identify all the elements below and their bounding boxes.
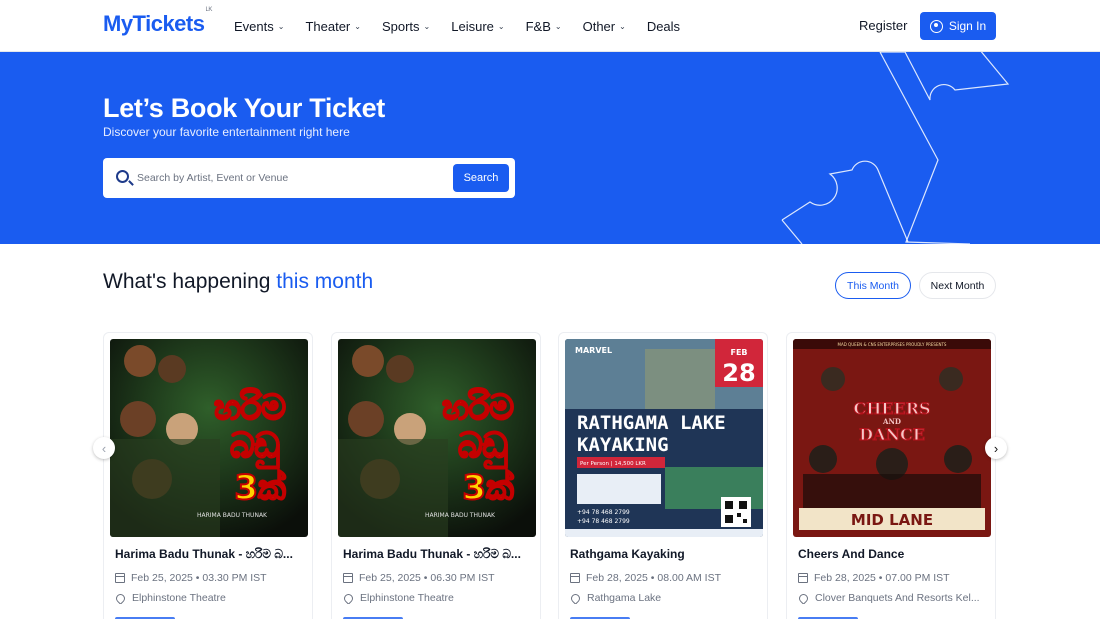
chevron-down-icon: ⌄ (354, 21, 361, 31)
nav-item-leisure[interactable]: Leisure ⌄ (451, 19, 504, 34)
chevron-down-icon: ⌄ (619, 21, 626, 31)
hero-title: Let’s Book Your Ticket (103, 93, 385, 123)
nav-item-theater[interactable]: Theater ⌄ (305, 19, 361, 34)
chevron-down-icon: ⌄ (554, 21, 562, 31)
poster-title: KAYAKING (577, 434, 669, 456)
carousel-prev-button[interactable]: ‹ (93, 437, 115, 459)
event-venue: Rathgama Lake (570, 592, 762, 604)
poster-title: CHEERS (853, 399, 930, 418)
nav-item-fb[interactable]: F&B ⌄ (526, 19, 562, 34)
ticket-decoration-icon (781, 52, 1010, 244)
poster-venue: MID LANE (851, 511, 933, 529)
sign-in-button[interactable]: Sign In (920, 12, 996, 40)
event-poster[interactable]: FEB 28 MARVEL RATHGAMA LAKE KAYAKING Per… (565, 339, 763, 537)
event-date: Feb 25, 2025 • 06.30 PM IST (343, 572, 535, 584)
event-card[interactable]: හරිම බඩු 3ක් HARIMA BADU THUNAK Harima B… (103, 332, 313, 619)
nav-item-label: Other (582, 18, 616, 34)
nav-menu: Events ⌄ Theater ⌄ Sports ⌄ Leisure ⌄ F&B ⌄ Other ⌄… (234, 0, 701, 52)
this-month-tab[interactable]: This Month (835, 272, 911, 299)
calendar-icon (115, 573, 125, 583)
event-title[interactable]: Cheers And Dance (798, 547, 988, 561)
calendar-icon (570, 573, 580, 583)
location-pin-icon (343, 592, 355, 604)
poster-title: RATHGAMA LAKE (577, 412, 726, 434)
event-title[interactable]: Harima Badu Thunak - හරිම බ... (115, 547, 305, 562)
chevron-down-icon: ⌄ (497, 21, 505, 31)
event-title[interactable]: Rathgama Kayaking (570, 547, 760, 561)
search-icon (116, 170, 129, 183)
search-button[interactable]: Search (453, 164, 509, 192)
poster-text: 3ක් (462, 468, 514, 508)
search-input[interactable] (137, 169, 437, 187)
next-month-tab[interactable]: Next Month (919, 272, 996, 299)
nav-item-label: Theater (305, 18, 351, 34)
event-venue: Elphinstone Theatre (115, 592, 307, 604)
poster-caption: HARIMA BADU THUNAK (197, 512, 268, 519)
location-pin-icon (798, 592, 810, 604)
poster-price: Per Person | 14,500 LKR (580, 461, 646, 467)
poster-header: MAD QUEEN & CNS ENTERPRISES PROUDLY PRES… (838, 342, 947, 347)
poster-day: 28 (722, 359, 755, 387)
poster-phone: +94 78 468 2799 (577, 509, 630, 516)
poster-month: FEB (730, 348, 747, 357)
carousel-next-button[interactable]: › (985, 437, 1007, 459)
poster-title: DANCE (859, 425, 925, 444)
poster-text: බඩු (230, 426, 280, 468)
event-date: Feb 28, 2025 • 07.00 PM IST (798, 572, 990, 584)
calendar-icon (343, 573, 353, 583)
chevron-right-icon: › (993, 440, 999, 456)
poster-text: බඩු (458, 426, 508, 468)
chevron-down-icon: ⌄ (423, 21, 431, 31)
nav-item-label: F&B (525, 18, 551, 34)
nav-item-label: Leisure (451, 18, 494, 34)
event-date: Feb 25, 2025 • 03.30 PM IST (115, 572, 307, 584)
event-date: Feb 28, 2025 • 08.00 AM IST (570, 572, 762, 584)
location-pin-icon (115, 592, 127, 604)
search-box: Search (103, 158, 515, 198)
navbar: MyTicketsLK Events ⌄ Theater ⌄ Sports ⌄ Leisur… (0, 0, 1100, 52)
user-circle-icon (929, 19, 943, 33)
poster-text: 3ක් (234, 468, 286, 508)
event-title[interactable]: Harima Badu Thunak - හරිම බ... (343, 547, 533, 562)
nav-item-label: Sports (381, 18, 420, 34)
location-pin-icon (570, 592, 582, 604)
chevron-down-icon: ⌄ (277, 21, 285, 31)
nav-item-sports[interactable]: Sports ⌄ (382, 19, 430, 34)
nav-item-label: Deals (646, 18, 681, 34)
event-poster[interactable]: හරිම බඩු 3ක් HARIMA BADU THUNAK (338, 339, 536, 537)
poster-text: හරිම (214, 387, 286, 428)
nav-item-events[interactable]: Events ⌄ (234, 19, 284, 34)
logo[interactable]: MyTicketsLK (103, 7, 212, 37)
calendar-icon (798, 573, 808, 583)
sign-in-label: Sign In (948, 19, 987, 33)
event-poster[interactable]: හරිම බඩු 3ක් HARIMA BADU THUNAK (110, 339, 308, 537)
hero-subtitle: Discover your favorite entertainment rig… (103, 125, 350, 139)
event-card[interactable]: හරිම බඩු 3ක් HARIMA BADU THUNAK Harima B… (331, 332, 541, 619)
poster-brand: MARVEL (575, 346, 612, 355)
poster-text: හරිම (442, 387, 514, 428)
event-card[interactable]: FEB 28 MARVEL RATHGAMA LAKE KAYAKING Per… (558, 332, 768, 619)
poster-caption: HARIMA BADU THUNAK (425, 512, 496, 519)
nav-item-deals[interactable]: Deals (647, 19, 680, 34)
hero-banner: Let’s Book Your Ticket Discover your fav… (0, 52, 1100, 244)
chevron-left-icon: ‹ (101, 440, 107, 456)
register-link[interactable]: Register (859, 18, 907, 33)
poster-phone: +94 78 468 2799 (577, 518, 630, 525)
event-venue: Clover Banquets And Resorts Kel... (798, 592, 990, 604)
nav-item-label: Events (234, 18, 274, 34)
nav-item-other[interactable]: Other ⌄ (583, 19, 626, 34)
event-card[interactable]: MAD QUEEN & CNS ENTERPRISES PROUDLY PRES… (786, 332, 996, 619)
section-title: What's happening this month (103, 270, 374, 293)
event-venue: Elphinstone Theatre (343, 592, 535, 604)
event-poster[interactable]: MAD QUEEN & CNS ENTERPRISES PROUDLY PRES… (793, 339, 991, 537)
